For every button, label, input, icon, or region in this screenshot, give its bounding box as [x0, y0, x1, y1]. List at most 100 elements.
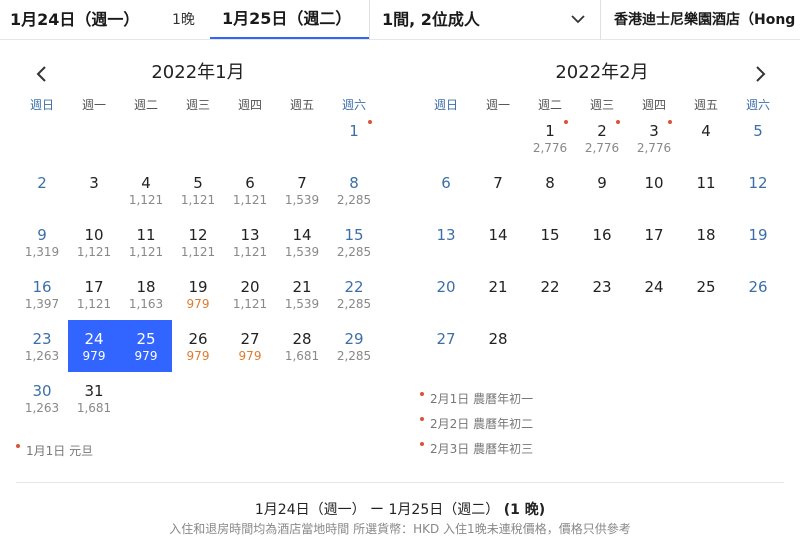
- calendar-day[interactable]: 28 1,681: [276, 320, 328, 372]
- calendar-day[interactable]: 6: [420, 164, 472, 216]
- calendar-day[interactable]: 9: [576, 164, 628, 216]
- day-number: 3: [649, 122, 659, 140]
- calendar-day[interactable]: 23 1,263: [16, 320, 68, 372]
- calendar-day[interactable]: 7 1,539: [276, 164, 328, 216]
- calendar-day[interactable]: 17 1,121: [68, 268, 120, 320]
- calendar-day[interactable]: 24: [628, 268, 680, 320]
- day-price: 979: [186, 297, 210, 311]
- day-number: 24: [644, 278, 664, 296]
- day-number: 11: [696, 174, 716, 192]
- calendar-day[interactable]: 12: [732, 164, 784, 216]
- day-number: 6: [441, 174, 451, 192]
- calendar-day[interactable]: 3 2,776: [628, 112, 680, 164]
- holiday-dot-icon: [420, 442, 424, 446]
- calendar-day[interactable]: 17: [628, 216, 680, 268]
- day-price: 979: [82, 349, 106, 363]
- calendar-day[interactable]: 10 1,121: [68, 216, 120, 268]
- calendar-day[interactable]: 9 1,319: [16, 216, 68, 268]
- day-number: 22: [540, 278, 560, 296]
- calendar-day[interactable]: 25 979: [120, 320, 172, 372]
- calendar-day[interactable]: 23: [576, 268, 628, 320]
- chevron-right-icon[interactable]: [748, 62, 772, 86]
- day-number: 10: [84, 226, 104, 244]
- calendar-day[interactable]: 18 1,163: [120, 268, 172, 320]
- day-price: 979: [238, 349, 262, 363]
- calendar-day[interactable]: 29 2,285: [328, 320, 380, 372]
- guests-selector[interactable]: 1間, 2位成人: [382, 0, 480, 40]
- calendar-day[interactable]: 10: [628, 164, 680, 216]
- day-price: 1,121: [76, 245, 112, 259]
- calendar-day[interactable]: 2: [16, 164, 68, 216]
- day-price: 1,121: [128, 245, 164, 259]
- calendar-day[interactable]: 27: [420, 320, 472, 372]
- hotel-name-field[interactable]: 香港迪士尼樂園酒店（Hong: [614, 0, 800, 40]
- day-price: 1,539: [284, 193, 320, 207]
- weekday-header: 週日: [433, 98, 458, 112]
- calendar-day[interactable]: 12 1,121: [172, 216, 224, 268]
- day-price: 2,776: [584, 141, 620, 155]
- calendar-day[interactable]: 14 1,539: [276, 216, 328, 268]
- day-number: 9: [597, 174, 607, 192]
- day-price: 1,681: [284, 349, 320, 363]
- chevron-left-icon[interactable]: [30, 62, 54, 86]
- day-number: 7: [493, 174, 503, 192]
- calendar-day[interactable]: 26 979: [172, 320, 224, 372]
- day-number: 21: [488, 278, 508, 296]
- calendar-day[interactable]: 30 1,263: [16, 372, 68, 424]
- weekday-header: 週四: [237, 98, 262, 112]
- chevron-down-icon[interactable]: [570, 11, 586, 27]
- calendar-day[interactable]: 16 1,397: [16, 268, 68, 320]
- day-price: 1,539: [284, 245, 320, 259]
- calendar-day[interactable]: 6 1,121: [224, 164, 276, 216]
- calendar-day[interactable]: 1: [328, 112, 380, 164]
- calendar-day[interactable]: 16: [576, 216, 628, 268]
- day-price: 1,121: [232, 297, 268, 311]
- calendar-day[interactable]: 5 1,121: [172, 164, 224, 216]
- calendar-day[interactable]: 18: [680, 216, 732, 268]
- date-range-text: 1月24日（週一） ー 1月25日（週二）: [254, 502, 500, 518]
- checkout-date-field[interactable]: 1月25日（週二）: [210, 0, 370, 39]
- calendar-day[interactable]: 8: [524, 164, 576, 216]
- calendar-day[interactable]: 2 2,776: [576, 112, 628, 164]
- calendar-day[interactable]: 13: [420, 216, 472, 268]
- calendar-day[interactable]: 25: [680, 268, 732, 320]
- calendar-day[interactable]: 4 1,121: [120, 164, 172, 216]
- calendar-day[interactable]: 1 2,776: [524, 112, 576, 164]
- day-number: 26: [748, 278, 768, 296]
- calendar-day[interactable]: 20 1,121: [224, 268, 276, 320]
- divider: [600, 0, 601, 40]
- calendar-day[interactable]: 26: [732, 268, 784, 320]
- calendar-day[interactable]: 21: [472, 268, 524, 320]
- calendar-day[interactable]: 21 1,539: [276, 268, 328, 320]
- calendar-day[interactable]: 24 979: [68, 320, 120, 372]
- calendar-day[interactable]: 7: [472, 164, 524, 216]
- calendar-day[interactable]: 28: [472, 320, 524, 372]
- nights-count: 1晚: [172, 12, 195, 28]
- holiday-dot-icon: [16, 444, 20, 448]
- calendar-day[interactable]: 22 2,285: [328, 268, 380, 320]
- calendar-day[interactable]: 13 1,121: [224, 216, 276, 268]
- calendar-day[interactable]: 14: [472, 216, 524, 268]
- calendar-day[interactable]: 19: [732, 216, 784, 268]
- calendar-day[interactable]: 15: [524, 216, 576, 268]
- calendar-day[interactable]: 19 979: [172, 268, 224, 320]
- day-number: 2: [37, 174, 47, 192]
- calendar-day[interactable]: 11: [680, 164, 732, 216]
- checkin-date-field[interactable]: 1月24日（週一）: [10, 0, 139, 40]
- calendar-day[interactable]: 4: [680, 112, 732, 164]
- calendar-day[interactable]: 27 979: [224, 320, 276, 372]
- calendar-day[interactable]: 15 2,285: [328, 216, 380, 268]
- calendar-day[interactable]: 20: [420, 268, 472, 320]
- calendar-day[interactable]: 31 1,681: [68, 372, 120, 424]
- calendar-day[interactable]: 8 2,285: [328, 164, 380, 216]
- day-number: 19: [748, 226, 768, 244]
- weekday-header: 週六: [745, 98, 770, 112]
- day-number: 27: [240, 330, 260, 348]
- day-price: 1,121: [128, 193, 164, 207]
- calendar-day[interactable]: 5: [732, 112, 784, 164]
- day-number: 30: [32, 382, 52, 400]
- calendar-day[interactable]: 11 1,121: [120, 216, 172, 268]
- holiday-dot-icon: [368, 120, 372, 124]
- calendar-day[interactable]: 3: [68, 164, 120, 216]
- calendar-day[interactable]: 22: [524, 268, 576, 320]
